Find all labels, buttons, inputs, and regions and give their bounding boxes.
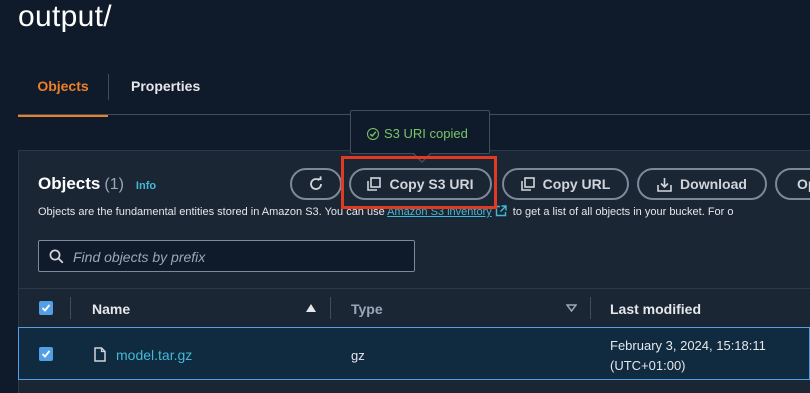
column-divider <box>70 297 71 319</box>
objects-header: Objects (1) Info <box>38 174 156 194</box>
objects-count: (1) <box>104 176 124 193</box>
column-name[interactable]: Name <box>92 301 130 317</box>
search-icon <box>49 249 64 264</box>
checkmark-icon <box>41 304 51 312</box>
copy-url-button[interactable]: Copy URL <box>502 168 629 200</box>
tabs: Objects Properties <box>18 70 810 117</box>
search-input[interactable] <box>71 241 405 273</box>
tooltip-arrow <box>413 153 431 163</box>
copy-url-label: Copy URL <box>542 176 611 192</box>
description-text-end: to get a list of all objects in your buc… <box>509 206 734 218</box>
copy-icon <box>520 177 535 191</box>
objects-title: Objects <box>38 174 101 193</box>
download-label: Download <box>680 176 747 192</box>
tab-properties[interactable]: Properties <box>131 78 200 94</box>
inventory-link[interactable]: Amazon S3 inventory <box>387 206 492 218</box>
info-link[interactable]: Info <box>136 180 156 192</box>
row-checkbox[interactable] <box>39 347 53 361</box>
file-type: gz <box>351 348 365 363</box>
column-last-modified[interactable]: Last modified <box>610 301 701 317</box>
page-title: output/ <box>18 0 112 33</box>
tab-objects[interactable]: Objects <box>18 78 108 117</box>
column-divider <box>590 297 591 319</box>
objects-description: Objects are the fundamental entities sto… <box>38 205 734 218</box>
search-box <box>38 240 415 273</box>
modified-timezone: (UTC+01:00) <box>610 358 686 373</box>
open-button[interactable]: Op <box>775 168 810 200</box>
description-text: Objects are the fundamental entities sto… <box>38 206 388 218</box>
file-icon <box>94 347 106 362</box>
sort-descending-icon[interactable] <box>566 304 577 312</box>
select-all-checkbox[interactable] <box>39 301 53 315</box>
refresh-button[interactable] <box>290 168 342 200</box>
sort-ascending-icon[interactable] <box>306 304 316 312</box>
modified-date: February 3, 2024, 15:18:11 <box>610 338 766 353</box>
file-name-link[interactable]: model.tar.gz <box>116 347 192 363</box>
download-button[interactable]: Download <box>637 168 767 200</box>
tab-divider <box>108 74 109 100</box>
table-header: Name Type Last modified <box>18 288 810 327</box>
column-type[interactable]: Type <box>351 301 383 317</box>
checkmark-icon <box>41 350 51 358</box>
copied-tooltip: S3 URI copied <box>350 110 490 163</box>
copy-s3-uri-button[interactable]: Copy S3 URI <box>349 168 492 200</box>
refresh-icon <box>310 176 322 190</box>
external-link-icon <box>495 205 507 217</box>
copy-icon <box>367 177 382 191</box>
check-circle-icon <box>367 127 379 140</box>
download-icon <box>657 177 672 192</box>
column-divider <box>330 297 331 319</box>
copy-s3-uri-label: Copy S3 URI <box>389 176 474 192</box>
tooltip-text: S3 URI copied <box>384 126 468 141</box>
open-label: Op <box>797 176 810 192</box>
file-last-modified: February 3, 2024, 15:18:11 (UTC+01:00) <box>610 336 810 376</box>
